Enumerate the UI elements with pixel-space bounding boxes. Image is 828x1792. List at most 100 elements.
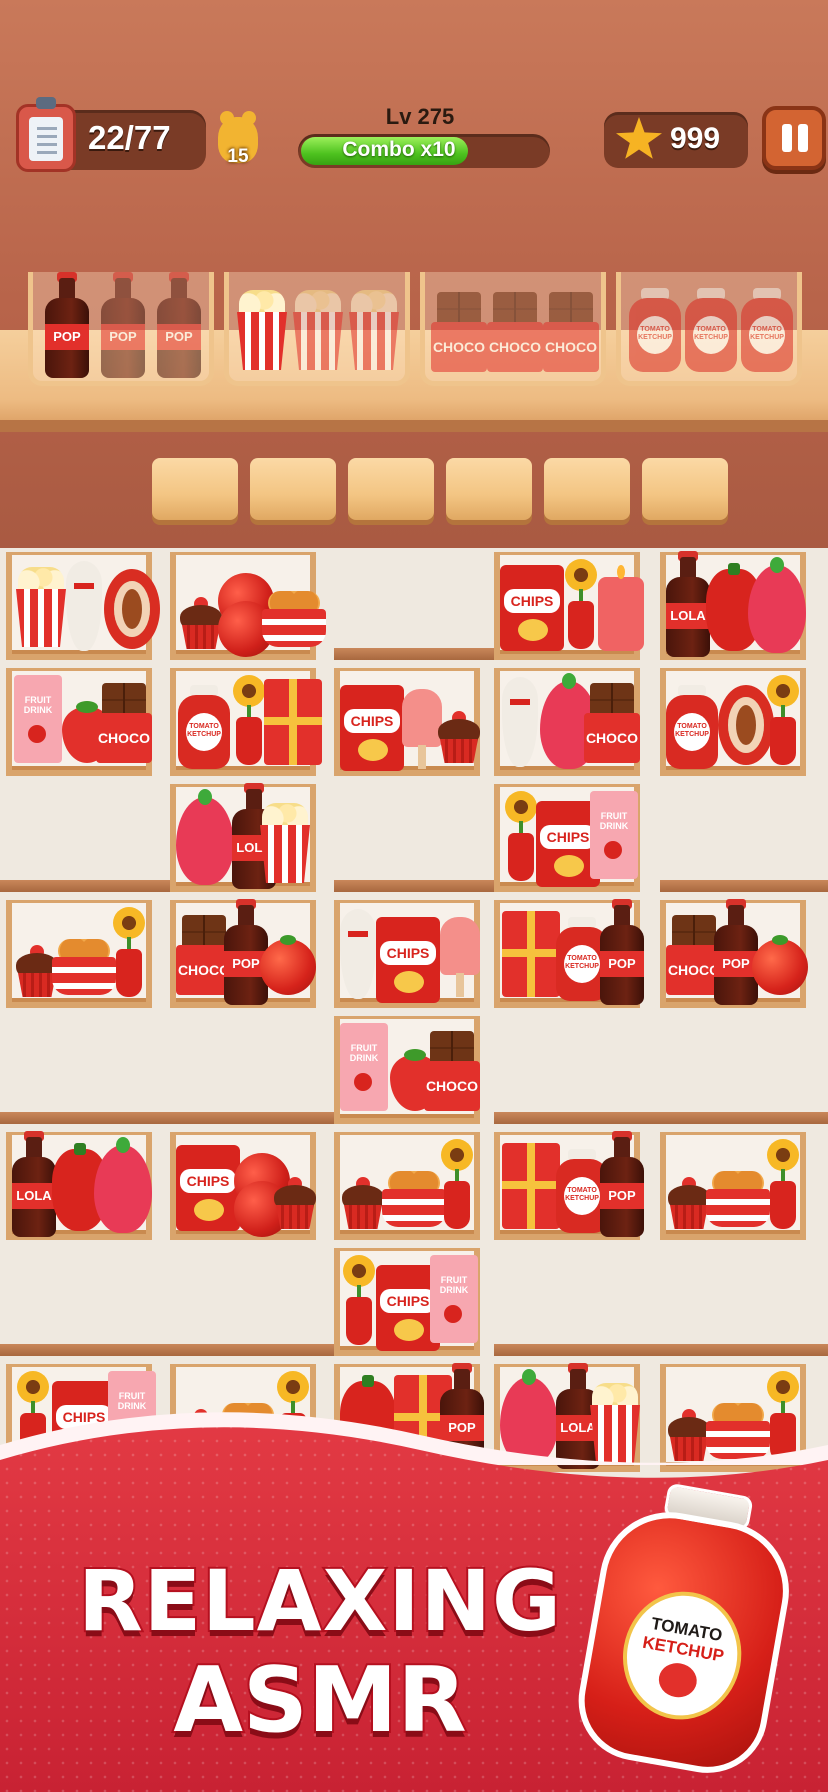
shelf-cell[interactable]: [170, 552, 326, 660]
sunflower-vase-icon[interactable]: [766, 1139, 800, 1229]
shelf-cell[interactable]: CHIPS: [494, 552, 644, 660]
stars-count: 999: [670, 122, 721, 155]
fruit-drink-icon[interactable]: FRUIT DRINK: [430, 1255, 478, 1343]
sunflower-vase-icon[interactable]: [766, 675, 800, 765]
sunflower-vase-icon[interactable]: [342, 1255, 376, 1345]
shelf-cell[interactable]: CHIPS: [170, 1132, 316, 1240]
level-label: Lv 275: [385, 104, 455, 129]
popcorn-icon: [347, 290, 401, 370]
pop-bottle-icon[interactable]: POP: [600, 899, 644, 1005]
shelf-cell[interactable]: LOLA: [170, 783, 316, 892]
chips-bag-icon[interactable]: CHIPS: [500, 565, 564, 651]
shelf-cell[interactable]: CHIPS: [334, 668, 480, 776]
goal-counter-edge: [0, 420, 828, 432]
shelf-cell[interactable]: TOMATO KETCHUP POP: [494, 899, 644, 1008]
pop-bottle-icon: POP: [157, 272, 201, 378]
popcorn-icon[interactable]: [14, 567, 68, 647]
chocolate-icon[interactable]: CHOCO: [584, 683, 640, 763]
tray-slot[interactable]: [642, 458, 728, 520]
lola-bottle-icon[interactable]: LOLA: [12, 1131, 56, 1237]
chips-bag-icon[interactable]: CHIPS: [376, 917, 440, 1003]
ice-pop-icon[interactable]: [440, 917, 480, 997]
shelf-cell[interactable]: CHOCO POP: [660, 899, 808, 1008]
tomato-icon[interactable]: [260, 935, 316, 995]
chicken-bucket-icon[interactable]: [706, 1171, 770, 1227]
sunflower-vase-icon[interactable]: [766, 1371, 800, 1461]
chips-bag-icon[interactable]: CHIPS: [340, 685, 404, 771]
shelf-cell[interactable]: FRUIT DRINK CHOCO: [334, 1016, 480, 1124]
banner-title-line1: RELAXING: [76, 1550, 563, 1652]
ketchup-icon[interactable]: TOMATO KETCHUP: [178, 685, 230, 769]
combo-label: Combo x10: [342, 138, 456, 161]
candle-icon[interactable]: [598, 565, 644, 651]
empty-shelf-ledge: [334, 648, 494, 660]
chicken-bucket-icon[interactable]: [52, 939, 116, 995]
shelf-cell[interactable]: LOLA: [6, 1131, 152, 1240]
peach-icon[interactable]: [104, 569, 160, 649]
cupcake-icon[interactable]: [272, 1177, 318, 1229]
tray-slot[interactable]: [446, 458, 532, 520]
empty-shelf-ledge: [0, 880, 170, 892]
shelf-cell[interactable]: CHIPS FRUIT DRINK: [494, 784, 640, 892]
shelf-cell[interactable]: TOMATO KETCHUP: [660, 668, 806, 776]
gift-box-icon[interactable]: [264, 679, 322, 765]
ketchup-icon[interactable]: TOMATO KETCHUP: [666, 685, 718, 769]
tray-slot[interactable]: [544, 458, 630, 520]
shelf-cell[interactable]: CHIPS FRUIT DRINK: [334, 1248, 480, 1356]
shelf-cell[interactable]: [6, 552, 160, 660]
tray-slot[interactable]: [152, 458, 238, 520]
shelf-cell[interactable]: TOMATO KETCHUP: [170, 668, 322, 776]
sunflower-vase-icon[interactable]: [112, 907, 146, 997]
cupcake-icon[interactable]: [178, 597, 224, 649]
gift-box-icon[interactable]: [502, 911, 560, 997]
cupcake-icon[interactable]: [436, 711, 482, 763]
chicken-bucket-icon[interactable]: [706, 1403, 770, 1459]
bowling-pin-icon[interactable]: [340, 909, 376, 999]
shelf-cell[interactable]: CHIPS: [334, 900, 480, 1008]
gift-box-icon[interactable]: [502, 1143, 560, 1229]
bowling-pin-icon[interactable]: [66, 561, 102, 651]
shelf-cell[interactable]: [660, 1132, 806, 1240]
sunflower-vase-icon[interactable]: [440, 1139, 474, 1229]
shelf-cell[interactable]: [334, 1132, 480, 1240]
tray-slot[interactable]: [348, 458, 434, 520]
shelf-grid: CHIPS LOLA FRUIT DRINK CHOCO TOMATO KETCHU…: [0, 548, 828, 1508]
chocolate-icon[interactable]: CHOCO: [96, 683, 152, 763]
shelf-cell[interactable]: [6, 900, 152, 1008]
pop-bottle-icon[interactable]: POP: [600, 1131, 644, 1237]
shelf-cell[interactable]: CHOCO POP: [170, 899, 316, 1008]
tray-slot[interactable]: [250, 458, 336, 520]
dragon-fruit-icon[interactable]: [176, 789, 234, 885]
pop-bottle-icon[interactable]: POP: [714, 899, 758, 1005]
shelf-cell[interactable]: TOMATO KETCHUP POP: [494, 1131, 644, 1240]
dragon-fruit-icon[interactable]: [94, 1137, 152, 1233]
fruit-drink-icon[interactable]: FRUIT DRINK: [340, 1023, 388, 1111]
chicken-bucket-icon[interactable]: [382, 1171, 446, 1227]
hud: 22/77 15 Lv 275 Combo x10 999: [0, 0, 828, 190]
shelf-cell[interactable]: CHOCO: [494, 668, 640, 776]
sunflower-vase-icon[interactable]: [564, 559, 598, 649]
bowling-pin-icon[interactable]: [502, 677, 538, 767]
chocolate-icon[interactable]: CHOCO: [424, 1031, 480, 1111]
sunflower-vase-icon[interactable]: [504, 791, 538, 881]
popcorn-icon[interactable]: [258, 803, 312, 883]
tomato-icon[interactable]: [752, 935, 808, 995]
goal-box-choco: CHOCO CHOCO CHOCO: [420, 272, 606, 386]
fruit-drink-icon[interactable]: FRUIT DRINK: [590, 791, 638, 879]
cupcake-icon[interactable]: [340, 1177, 386, 1229]
popcorn-icon[interactable]: [588, 1383, 642, 1463]
goal-box-ketchup: TOMATO KETCHUP TOMATO KETCHUP TOMATO KETCHU…: [616, 272, 802, 386]
fruit-drink-icon[interactable]: FRUIT DRINK: [14, 675, 62, 763]
clipboard-clip-icon: [36, 97, 56, 109]
dragon-fruit-icon[interactable]: [748, 557, 806, 653]
sunflower-vase-icon[interactable]: [232, 675, 266, 765]
pause-button[interactable]: [762, 106, 826, 170]
bear-count: 15: [227, 146, 249, 167]
shelf-cell[interactable]: FRUIT DRINK CHOCO: [6, 668, 152, 776]
ketchup-icon: TOMATO KETCHUP: [741, 288, 793, 372]
lola-bottle-icon[interactable]: LOLA: [666, 551, 710, 657]
shelf-cell[interactable]: LOLA: [660, 551, 806, 660]
chicken-bucket-icon[interactable]: [262, 591, 326, 647]
chips-bag-icon[interactable]: CHIPS: [176, 1145, 240, 1231]
chocolate-icon: CHOCO: [487, 292, 543, 372]
